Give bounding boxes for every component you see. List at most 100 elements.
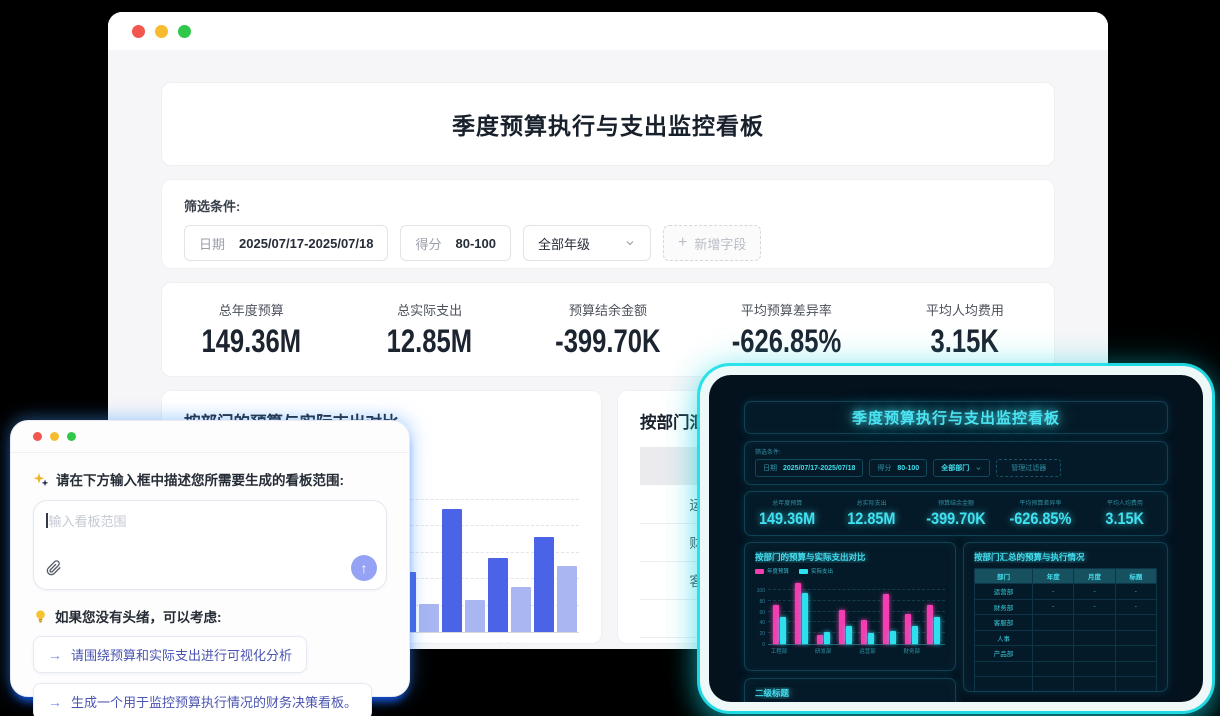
close-button[interactable]: [132, 25, 145, 38]
manage-filters-label: 管理过滤器: [1011, 463, 1046, 473]
bar-年度预算: [883, 594, 889, 644]
dark-title-panel: 季度预算执行与支出监控看板: [744, 401, 1168, 434]
arrow-right-icon: →: [48, 647, 62, 663]
grade-select-value: 全部年级: [538, 234, 590, 253]
kpi-value: 149.36M: [201, 323, 301, 360]
bar-实际支出: [934, 617, 940, 644]
kpi-value: 12.85M: [848, 509, 896, 529]
add-field-button[interactable]: + 新增字段: [663, 225, 761, 261]
dark-summary-table-panel: 按部门汇总的预算与执行情况 部门年度月度标题运营部---财务部---客服部人事产…: [963, 542, 1168, 692]
chat-window-titlebar: [11, 421, 409, 453]
bar-实际支出: [465, 600, 485, 632]
filter-label: 筛选条件:: [184, 196, 1032, 215]
kpi-label: 平均预算差异率: [697, 300, 875, 319]
column-header: 年度: [1033, 569, 1074, 584]
suggestion-text: 生成一个用于监控预算执行情况的财务决策看板。: [71, 692, 357, 711]
legend-swatch-actual: [799, 569, 808, 574]
x-tick-label: [441, 639, 487, 644]
score-filter-chip[interactable]: 得分 80-100: [869, 459, 927, 477]
minimize-button[interactable]: [155, 25, 168, 38]
score-filter-chip[interactable]: 得分 80-100: [400, 225, 511, 261]
date-filter-value: 2025/07/17-2025/07/18: [239, 236, 373, 251]
bar-年度预算: [817, 635, 823, 644]
kpi-item: 总实际支出12.85M: [340, 300, 518, 360]
input-placeholder-row: 输入看板范围: [46, 511, 374, 530]
table-cell: [975, 661, 1033, 677]
bar-group: [487, 473, 533, 632]
legend-label: 年度预算: [767, 567, 789, 575]
bar-实际支出: [802, 593, 808, 644]
kpi-item: 总年度预算149.36M: [745, 498, 829, 529]
suggestion-chip[interactable]: → 生成一个用于监控预算执行情况的财务决策看板。: [33, 683, 372, 716]
date-filter-chip[interactable]: 日期 2025/07/17-2025/07/18: [755, 459, 863, 477]
kpi-value: -626.85%: [1009, 509, 1071, 529]
manage-filters-button[interactable]: 管理过滤器: [996, 459, 1061, 477]
bar-实际支出: [846, 626, 852, 644]
paperclip-icon[interactable]: [46, 560, 62, 576]
bar-年度预算: [927, 605, 933, 644]
bar-实际支出: [780, 617, 786, 644]
table-title: 按部门汇总的预算与执行情况: [974, 551, 1157, 563]
kpi-label: 平均预算差异率: [998, 498, 1082, 507]
bar-实际支出: [912, 626, 918, 644]
x-axis-labels: 工程部研发部运营部财务部: [768, 647, 945, 655]
kpi-label: 总年度预算: [745, 498, 829, 507]
desktop-background: 季度预算执行与支出监控看板 筛选条件: 日期 2025/07/17-2025/0…: [0, 0, 1220, 716]
chevron-down-icon: [975, 465, 982, 472]
close-button[interactable]: [33, 432, 42, 441]
table-cell: [1033, 646, 1074, 662]
kpi-item: 总年度预算 149.36M: [162, 300, 340, 360]
minimize-button[interactable]: [50, 432, 59, 441]
x-tick-label: [879, 647, 901, 655]
suggestion-chip[interactable]: → 请围绕预算和实际支出进行可视化分析: [33, 636, 307, 673]
bar-年度预算: [839, 610, 845, 644]
kpi-item: 总实际支出12.85M: [829, 498, 913, 529]
chart-legend: 年度预算 实际支出: [755, 567, 945, 575]
dark-dashboard-window: 季度预算执行与支出监控看板 筛选条件: 日期 2025/07/17-2025/0…: [700, 366, 1212, 711]
filter-label: 筛选条件:: [755, 447, 1157, 456]
table-cell: -: [1115, 599, 1156, 615]
bar-group: [812, 579, 834, 644]
table-cell: 财务部: [975, 599, 1033, 615]
score-filter-label: 得分: [415, 234, 441, 253]
table-cell: [1033, 615, 1074, 631]
table-cell: -: [1115, 584, 1156, 600]
date-filter-chip[interactable]: 日期 2025/07/17-2025/07/18: [184, 225, 388, 261]
filter-card: 筛选条件: 日期 2025/07/17-2025/07/18 得分 80-100…: [161, 179, 1055, 269]
tip-text: 如果您没有头绪，可以考虑:: [55, 606, 222, 626]
maximize-button[interactable]: [178, 25, 191, 38]
send-button[interactable]: ↑: [351, 555, 377, 581]
bar-年度预算: [488, 558, 508, 632]
date-filter-value: 2025/07/17-2025/07/18: [783, 465, 855, 472]
legend-label: 实际支出: [811, 567, 833, 575]
suggestion-text: 请围绕预算和实际支出进行可视化分析: [71, 645, 292, 664]
table-row: [975, 661, 1157, 677]
kpi-item: 平均人均费用3.15K: [876, 300, 1054, 360]
department-select[interactable]: 全部部门: [933, 459, 990, 477]
table-row: 财务部---: [975, 599, 1157, 615]
arrow-up-icon: ↑: [361, 560, 368, 576]
table-cell: -: [1074, 599, 1115, 615]
window-controls: [132, 25, 191, 38]
maximize-button[interactable]: [67, 432, 76, 441]
legend-swatch-budget: [755, 569, 764, 574]
bar-实际支出: [557, 566, 577, 632]
score-filter-label: 得分: [877, 463, 891, 473]
dark-kpi-panel: 总年度预算149.36M总实际支出12.85M预算结余金额-399.70K平均预…: [744, 491, 1168, 536]
dashboard-title-card: 季度预算执行与支出监控看板: [161, 82, 1055, 166]
bar-group: [834, 579, 856, 644]
dashboard-scope-input[interactable]: 输入看板范围 ↑: [33, 500, 387, 590]
y-tick-label: 100: [757, 588, 768, 594]
table-cell: [1115, 677, 1156, 693]
kpi-item: 平均人均费用3.15K: [1083, 498, 1167, 529]
kpi-value: -626.85%: [732, 323, 842, 360]
kpi-label: 总年度预算: [162, 300, 340, 319]
kpi-label: 总实际支出: [340, 300, 518, 319]
bar-group: [879, 579, 901, 644]
table-cell: [1115, 661, 1156, 677]
column-header: 标题: [1115, 569, 1156, 584]
x-tick-label: 财务部: [901, 647, 923, 655]
bar-group: [768, 579, 790, 644]
summary-table: 部门年度月度标题运营部---财务部---客服部人事产品部: [974, 568, 1157, 692]
grade-select[interactable]: 全部年级: [523, 225, 651, 261]
